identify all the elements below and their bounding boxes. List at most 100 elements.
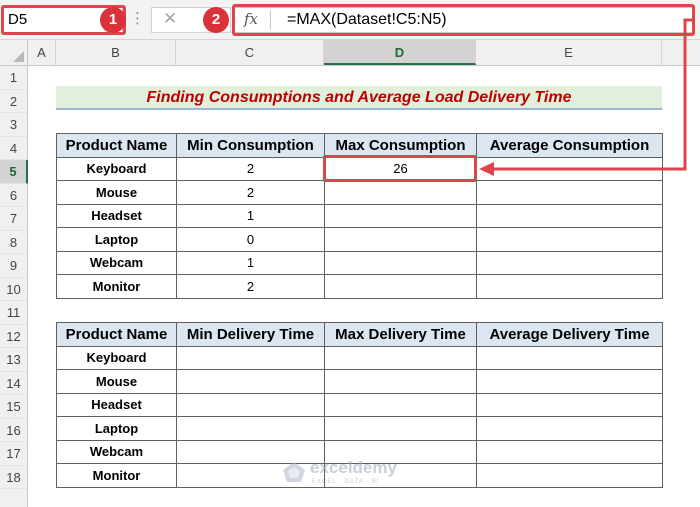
callout-badge-1: 1 xyxy=(100,7,126,33)
row-header-10[interactable]: 10 xyxy=(0,277,28,301)
row-header-15[interactable]: 15 xyxy=(0,395,28,419)
table-row: Mouse 2 xyxy=(56,180,663,205)
min-cell[interactable]: 2 xyxy=(176,274,325,299)
min-cell[interactable] xyxy=(176,392,325,417)
avg-cell[interactable] xyxy=(476,250,663,275)
row-header-19[interactable] xyxy=(0,489,28,507)
max-cell[interactable] xyxy=(324,274,477,299)
product-cell[interactable]: Monitor xyxy=(56,463,177,488)
row-header-7[interactable]: 7 xyxy=(0,207,28,231)
row-header-17[interactable]: 17 xyxy=(0,442,28,466)
max-cell[interactable] xyxy=(324,203,477,228)
table-header-row: Product Name Min Delivery Time Max Deliv… xyxy=(56,322,663,347)
formula-bar: D5 1 ⋮ ✕ 2 fx =MAX(Dataset!C5:N5) xyxy=(0,0,700,40)
column-header-d[interactable]: D xyxy=(324,40,476,65)
column-header-c[interactable]: C xyxy=(176,40,324,65)
watermark-name: exceldemy xyxy=(310,458,397,477)
min-cell[interactable]: 1 xyxy=(176,250,325,275)
product-cell[interactable]: Keyboard xyxy=(56,156,177,181)
row-header-13[interactable]: 13 xyxy=(0,348,28,372)
min-cell[interactable] xyxy=(176,345,325,370)
avg-cell[interactable] xyxy=(476,463,663,488)
max-cell[interactable] xyxy=(324,369,477,394)
min-cell[interactable]: 2 xyxy=(176,180,325,205)
avg-cell[interactable] xyxy=(476,227,663,252)
product-cell[interactable]: Keyboard xyxy=(56,345,177,370)
table-row: Monitor 2 xyxy=(56,274,663,299)
callout-badge-2: 2 xyxy=(203,7,229,33)
row-header-6[interactable]: 6 xyxy=(0,183,28,207)
product-cell[interactable]: Laptop xyxy=(56,227,177,252)
row-header-16[interactable]: 16 xyxy=(0,418,28,442)
header-product-name[interactable]: Product Name xyxy=(56,133,177,158)
column-header-f[interactable] xyxy=(662,40,700,65)
header-product-name[interactable]: Product Name xyxy=(56,322,177,347)
row-header-1[interactable]: 1 xyxy=(0,66,28,90)
row-header-4[interactable]: 4 xyxy=(0,136,28,160)
max-cell[interactable] xyxy=(324,345,477,370)
min-cell[interactable]: 0 xyxy=(176,227,325,252)
product-cell[interactable]: Headset xyxy=(56,392,177,417)
row-header-11[interactable]: 11 xyxy=(0,301,28,325)
header-min-consumption[interactable]: Min Consumption xyxy=(176,133,325,158)
min-cell[interactable]: 2 xyxy=(176,156,325,181)
avg-cell[interactable] xyxy=(476,439,663,464)
max-cell[interactable] xyxy=(324,392,477,417)
row-header-3[interactable]: 3 xyxy=(0,113,28,137)
min-cell[interactable] xyxy=(176,369,325,394)
max-cell[interactable] xyxy=(324,227,477,252)
avg-cell[interactable] xyxy=(476,203,663,228)
avg-cell[interactable] xyxy=(476,416,663,441)
row-header-9[interactable]: 9 xyxy=(0,254,28,278)
column-header-a[interactable]: A xyxy=(28,40,56,65)
cancel-icon[interactable]: ✕ xyxy=(163,9,177,29)
header-average-consumption[interactable]: Average Consumption xyxy=(476,133,663,158)
row-header-12[interactable]: 12 xyxy=(0,324,28,348)
table-row: Headset xyxy=(56,392,663,417)
product-cell[interactable]: Laptop xyxy=(56,416,177,441)
table-row: Laptop 0 xyxy=(56,227,663,252)
avg-cell[interactable] xyxy=(476,156,663,181)
product-cell[interactable]: Mouse xyxy=(56,180,177,205)
column-header-e[interactable]: E xyxy=(476,40,662,65)
column-header-b[interactable]: B xyxy=(56,40,176,65)
product-cell[interactable]: Headset xyxy=(56,203,177,228)
sheet-title[interactable]: Finding Consumptions and Average Load De… xyxy=(56,86,662,110)
insert-function-icon[interactable]: fx xyxy=(244,9,258,29)
product-cell[interactable]: Webcam xyxy=(56,250,177,275)
min-cell[interactable] xyxy=(176,416,325,441)
min-cell[interactable]: 1 xyxy=(176,203,325,228)
product-cell[interactable]: Webcam xyxy=(56,439,177,464)
header-max-delivery-time[interactable]: Max Delivery Time xyxy=(324,322,477,347)
select-all-button[interactable] xyxy=(0,40,28,65)
max-cell[interactable] xyxy=(324,180,477,205)
avg-cell[interactable] xyxy=(476,392,663,417)
avg-cell[interactable] xyxy=(476,274,663,299)
row-header-2[interactable]: 2 xyxy=(0,89,28,113)
product-cell[interactable]: Mouse xyxy=(56,369,177,394)
more-options-icon[interactable]: ⋮ xyxy=(130,9,145,29)
row-header-14[interactable]: 14 xyxy=(0,371,28,395)
select-all-triangle-icon xyxy=(13,51,24,62)
max-cell[interactable] xyxy=(324,416,477,441)
exceldemy-logo-icon xyxy=(283,462,305,482)
avg-cell[interactable] xyxy=(476,345,663,370)
column-header-bar: A B C D E xyxy=(0,40,700,66)
avg-cell[interactable] xyxy=(476,369,663,394)
row-header-18[interactable]: 18 xyxy=(0,465,28,489)
header-average-delivery-time[interactable]: Average Delivery Time xyxy=(476,322,663,347)
header-max-consumption[interactable]: Max Consumption xyxy=(324,133,477,158)
row-header-8[interactable]: 8 xyxy=(0,230,28,254)
avg-cell[interactable] xyxy=(476,180,663,205)
table-header-row: Product Name Min Consumption Max Consump… xyxy=(56,133,663,158)
active-cell-highlight xyxy=(323,155,477,182)
min-cell[interactable] xyxy=(176,439,325,464)
max-cell[interactable] xyxy=(324,250,477,275)
header-min-delivery-time[interactable]: Min Delivery Time xyxy=(176,322,325,347)
formula-text[interactable]: =MAX(Dataset!C5:N5) xyxy=(287,9,447,31)
formula-separator xyxy=(270,10,271,30)
table-row: Keyboard xyxy=(56,345,663,370)
row-header-5[interactable]: 5 xyxy=(0,160,28,184)
product-cell[interactable]: Monitor xyxy=(56,274,177,299)
table-row: Webcam 1 xyxy=(56,250,663,275)
